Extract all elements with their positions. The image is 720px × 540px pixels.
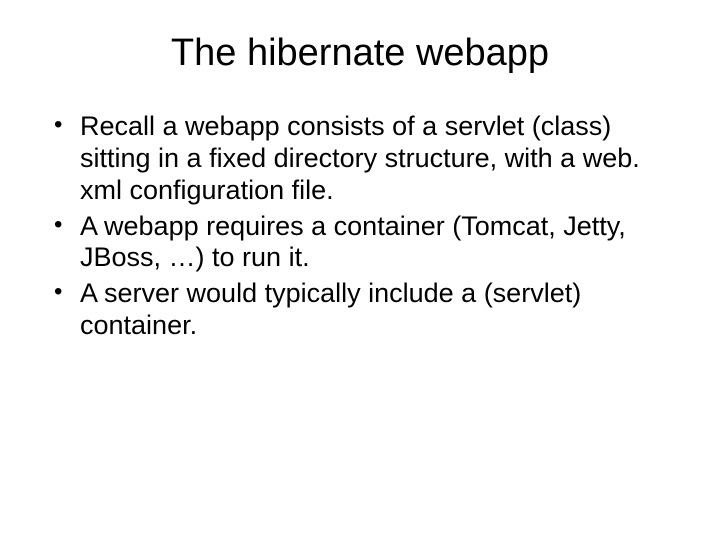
bullet-item: A webapp requires a container (Tomcat, J… <box>50 211 676 275</box>
slide: The hibernate webapp Recall a webapp con… <box>0 0 720 540</box>
slide-title: The hibernate webapp <box>40 32 680 75</box>
bullet-list: Recall a webapp consists of a servlet (c… <box>40 111 680 342</box>
bullet-item: Recall a webapp consists of a servlet (c… <box>50 111 676 207</box>
bullet-item: A server would typically include a (serv… <box>50 278 676 342</box>
